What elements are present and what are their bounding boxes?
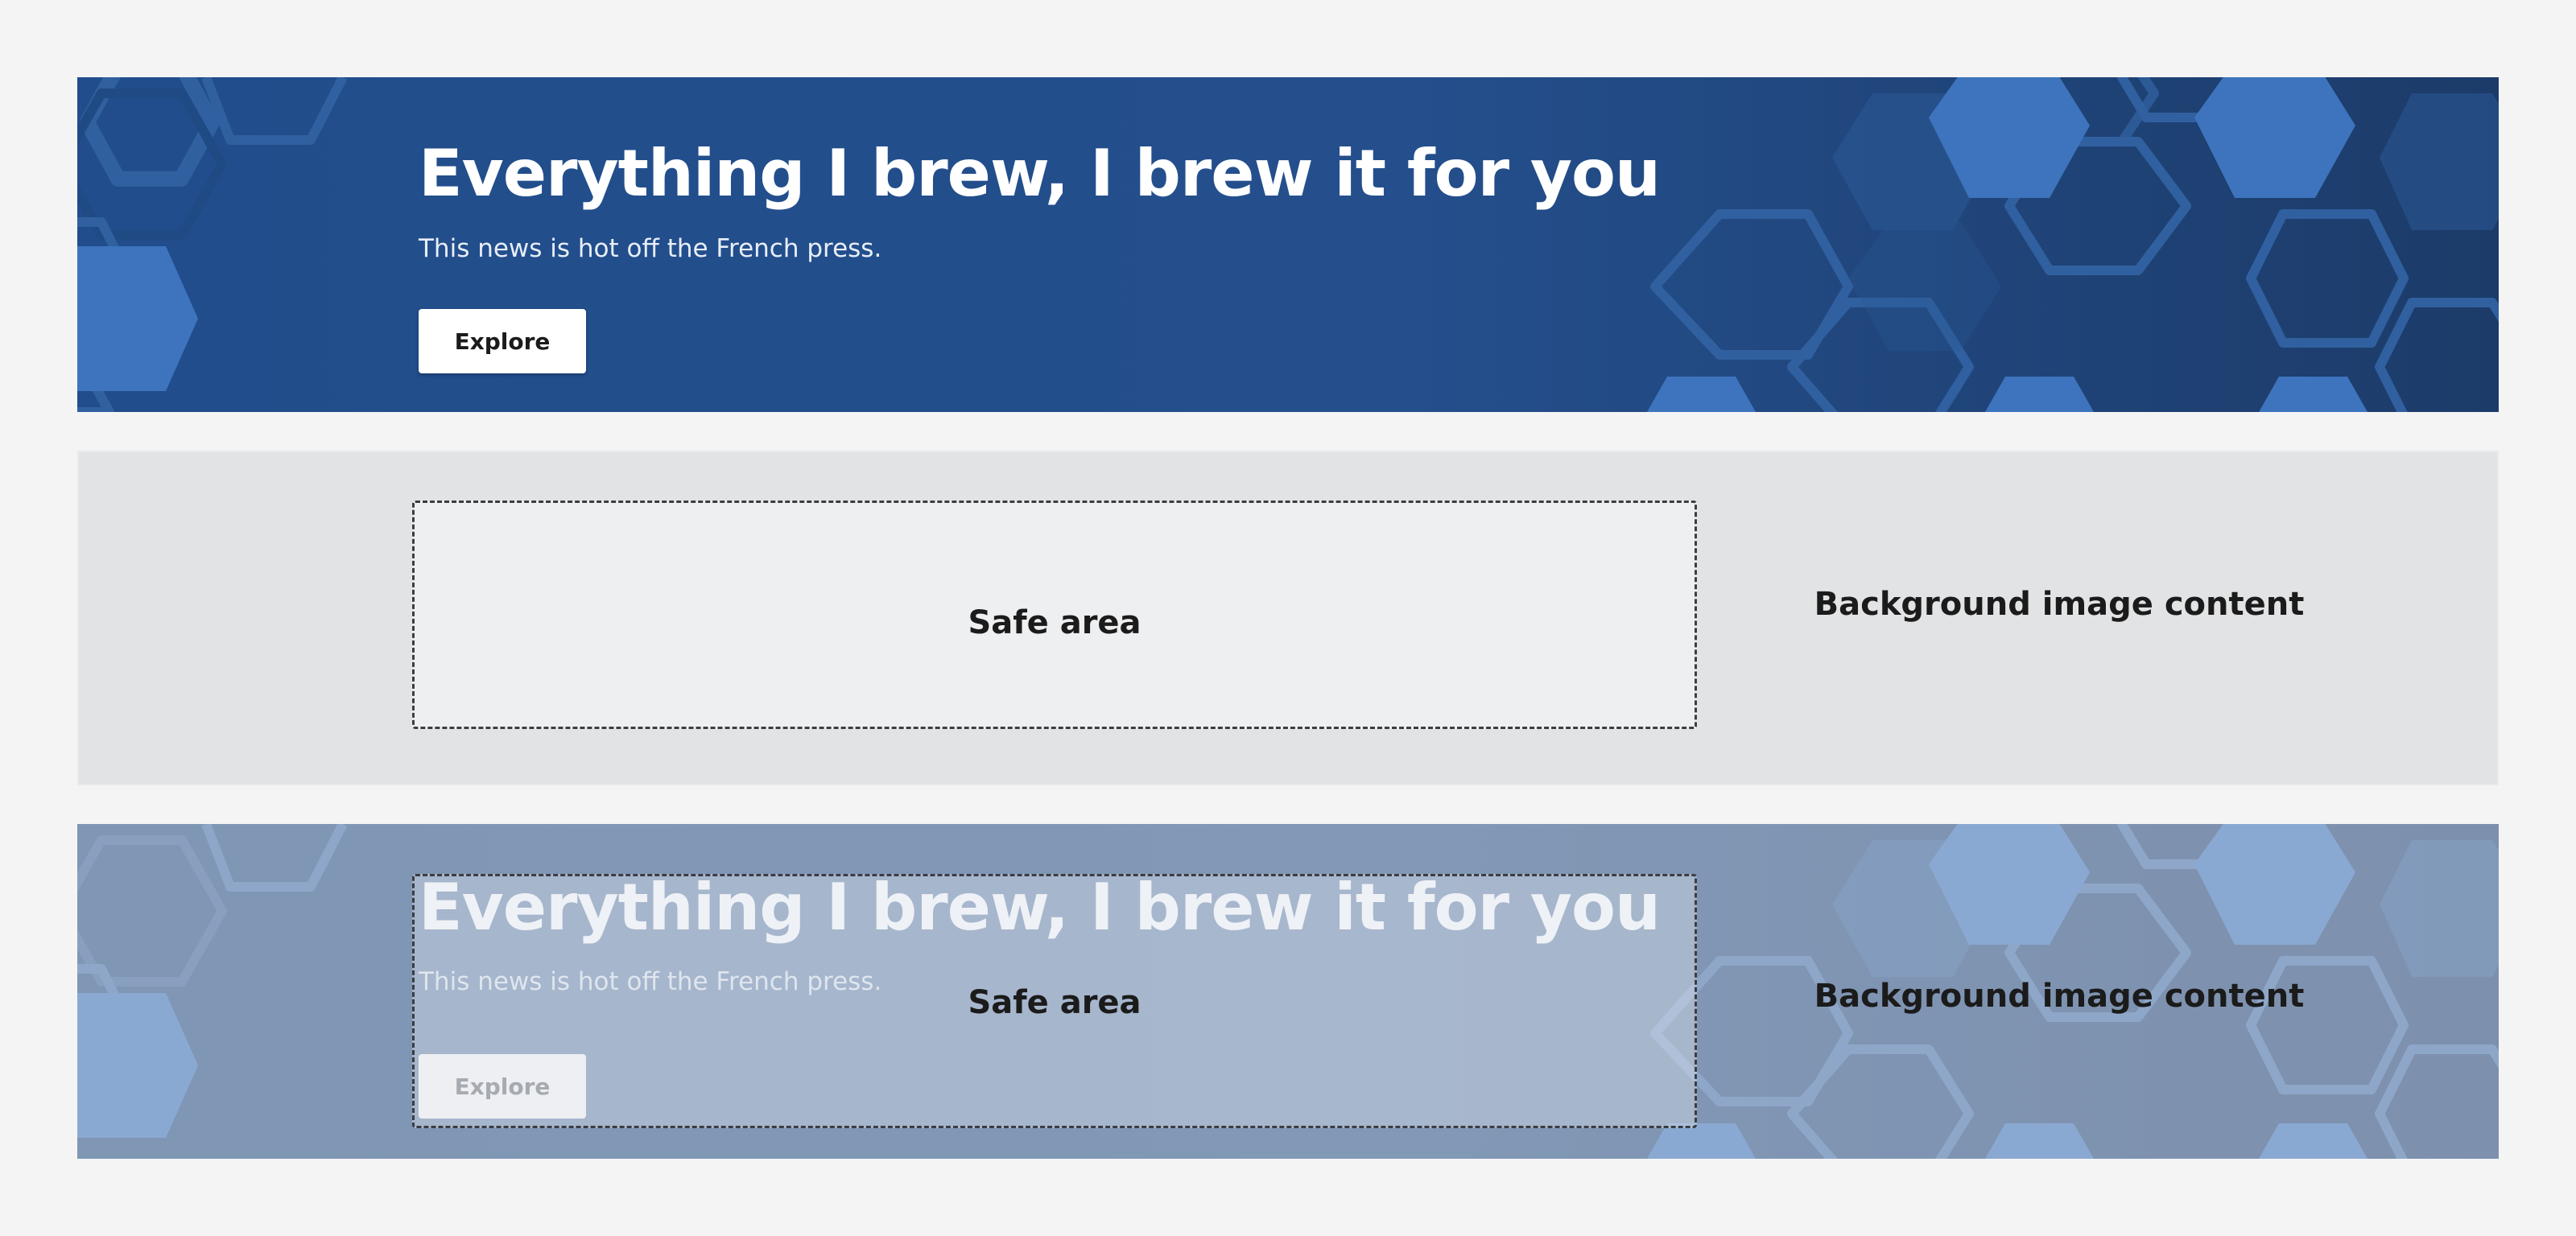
background-image-content-label: Background image content	[1814, 586, 2305, 623]
explore-button[interactable]: Explore	[419, 1054, 586, 1119]
safe-area-diagram: Safe area Background image content	[77, 451, 2499, 785]
safe-area-overlay: Everything I brew, I brew it for you Thi…	[77, 824, 2499, 1159]
hero-title: Everything I brew, I brew it for you	[419, 136, 1661, 211]
safe-area-label: Safe area	[968, 984, 1141, 1021]
explore-button[interactable]: Explore	[419, 309, 586, 373]
hero-banner: Everything I brew, I brew it for you Thi…	[77, 77, 2499, 412]
safe-area-box: Safe area	[412, 501, 1697, 729]
hero-title: Everything I brew, I brew it for you	[419, 870, 1661, 945]
background-image-content-label: Background image content	[1814, 978, 2305, 1015]
safe-area-label: Safe area	[968, 604, 1141, 641]
hero-subtitle: This news is hot off the French press.	[419, 234, 882, 263]
